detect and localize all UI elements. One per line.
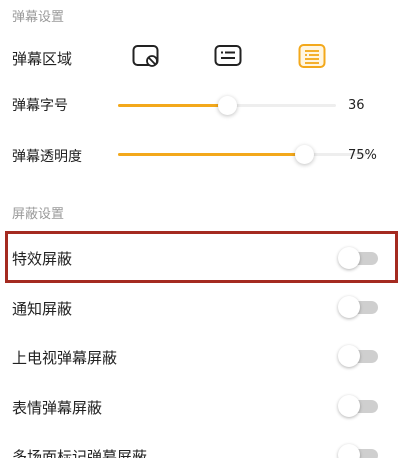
- block-item-label: 多场面标记弹幕屏蔽: [12, 448, 148, 458]
- screen-off-icon: [132, 45, 159, 67]
- block-item-label: 特效屏蔽: [12, 250, 73, 268]
- area-option-partial[interactable]: [214, 44, 242, 68]
- danmaku-settings-title: 弹幕设置: [12, 10, 65, 25]
- danmaku-area-label: 弹幕区域: [12, 50, 73, 68]
- slider-thumb[interactable]: [295, 145, 314, 164]
- list-icon: [298, 44, 326, 68]
- opacity-slider[interactable]: [118, 143, 366, 167]
- tv-block-toggle[interactable]: [338, 345, 380, 367]
- block-item-label: 上电视弹幕屏蔽: [12, 349, 118, 367]
- opacity-value: 75%: [348, 148, 377, 163]
- block-item-label: 通知屏蔽: [12, 300, 73, 318]
- slider-fill: [118, 104, 227, 107]
- font-size-label: 弹幕字号: [12, 98, 68, 114]
- toggle-knob: [338, 345, 360, 367]
- block-settings-title: 屏蔽设置: [12, 207, 65, 222]
- block-item-label: 表情弹幕屏蔽: [12, 399, 103, 417]
- emoji-block-toggle[interactable]: [338, 395, 380, 417]
- opacity-label: 弹幕透明度: [12, 149, 82, 165]
- area-option-full[interactable]: [298, 44, 326, 68]
- font-size-slider[interactable]: [118, 94, 336, 118]
- slider-thumb[interactable]: [218, 96, 237, 115]
- list-icon: [214, 45, 242, 66]
- toggle-knob: [338, 395, 360, 417]
- effect-block-toggle[interactable]: [338, 247, 380, 269]
- font-size-value: 36: [348, 98, 365, 113]
- toggle-knob: [338, 296, 360, 318]
- area-option-none[interactable]: [132, 44, 160, 68]
- toggle-knob: [338, 247, 360, 269]
- scene-mark-block-toggle[interactable]: [338, 444, 380, 458]
- toggle-knob: [338, 444, 360, 458]
- notice-block-toggle[interactable]: [338, 296, 380, 318]
- slider-fill: [118, 153, 304, 156]
